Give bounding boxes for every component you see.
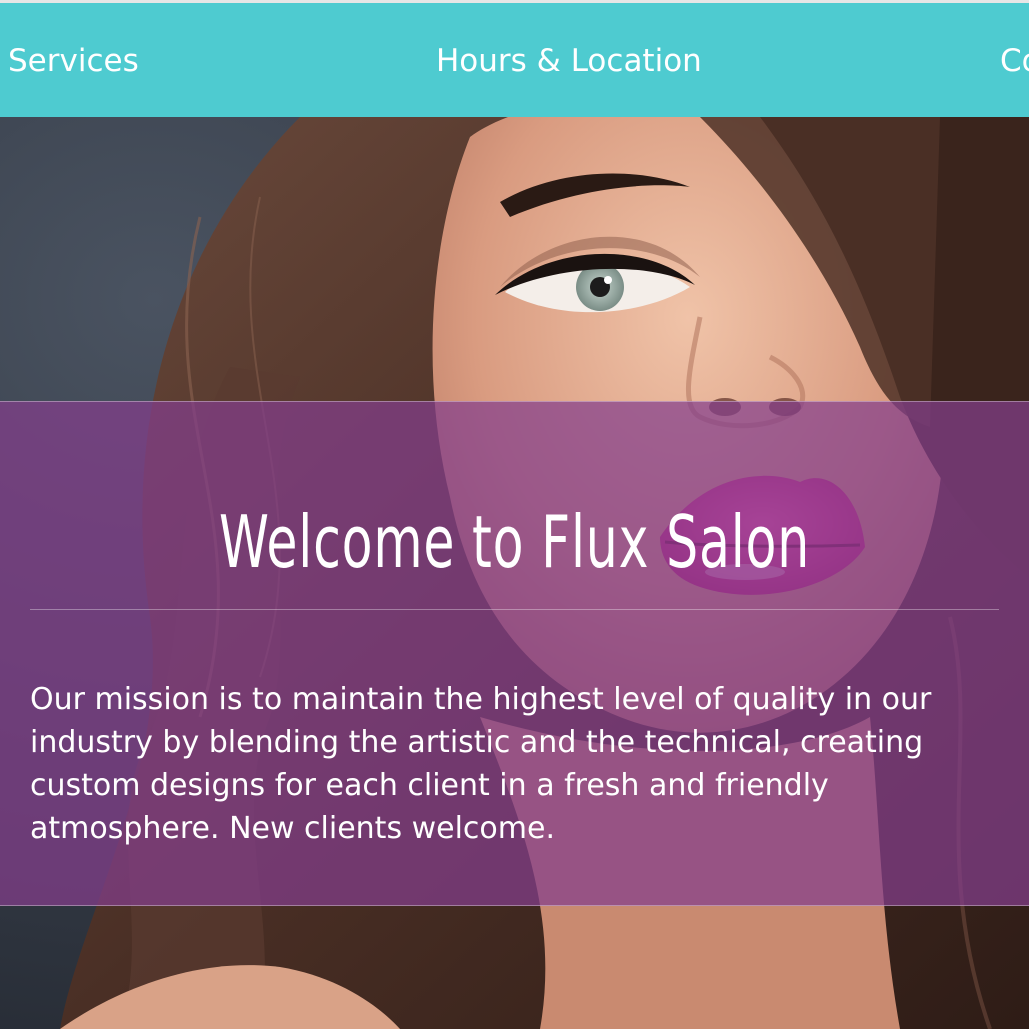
welcome-title: Welcome to Flux Salon [218, 500, 811, 584]
nav-link-hours-location[interactable]: Hours & Location [436, 41, 702, 81]
top-nav: Services Hours & Location Co [0, 0, 1029, 117]
nav-link-services[interactable]: Services [8, 41, 139, 81]
page: Services Hours & Location Co [0, 0, 1029, 1029]
welcome-divider [30, 609, 999, 610]
nav-link-contact[interactable]: Co [1000, 41, 1029, 81]
welcome-panel: Welcome to Flux Salon Our mission is to … [0, 401, 1029, 906]
mission-text: Our mission is to maintain the highest l… [30, 682, 932, 846]
